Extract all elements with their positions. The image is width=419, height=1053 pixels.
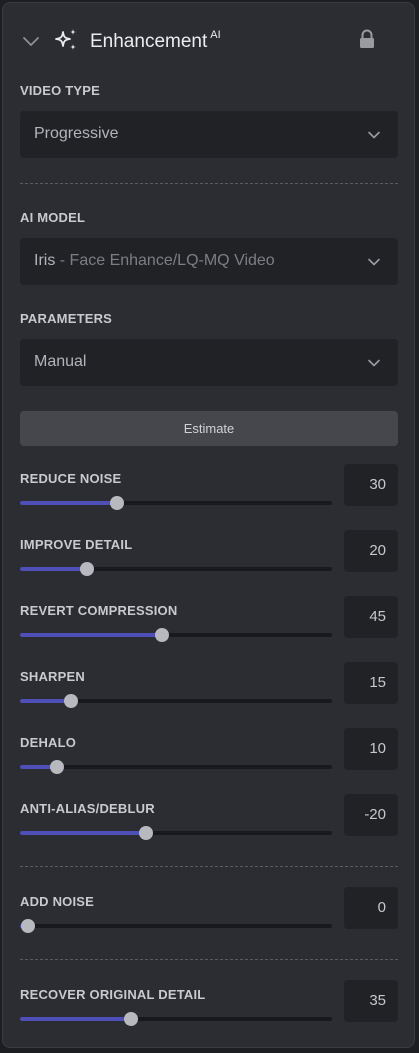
- chevron-down-icon[interactable]: [21, 31, 41, 51]
- value-input[interactable]: 45: [344, 596, 398, 638]
- video-type-value: Progressive: [34, 125, 119, 142]
- slider-fill: [20, 633, 162, 637]
- parameters-label: PARAMETERS: [20, 311, 113, 326]
- sparkle-icon: [55, 29, 76, 50]
- slider-thumb[interactable]: [20, 919, 35, 933]
- slider-label: RECOVER ORIGINAL DETAIL: [20, 987, 206, 1002]
- video-type-label: VIDEO TYPE: [20, 83, 101, 98]
- slider-improve-detail: IMPROVE DETAIL 20: [3, 530, 414, 587]
- chevron-down-icon: [368, 131, 380, 139]
- slider-label: IMPROVE DETAIL: [20, 537, 133, 552]
- section-divider: [20, 866, 398, 867]
- slider-thumb[interactable]: [50, 760, 65, 774]
- slider-fill: [20, 501, 117, 505]
- parameters-select[interactable]: Manual: [20, 339, 398, 386]
- slider-label: SHARPEN: [20, 669, 85, 684]
- video-type-select[interactable]: Progressive: [20, 111, 398, 158]
- value-input[interactable]: 30: [344, 464, 398, 506]
- slider-track[interactable]: [20, 760, 332, 774]
- slider-fill: [20, 1017, 131, 1021]
- parameters-value: Manual: [34, 353, 87, 370]
- chevron-down-icon: [368, 258, 380, 266]
- chevron-down-icon: [368, 359, 380, 367]
- ai-model-select[interactable]: Iris - Face Enhance/LQ-MQ Video: [20, 238, 398, 285]
- slider-label: ADD NOISE: [20, 894, 95, 909]
- value-input[interactable]: 10: [344, 728, 398, 770]
- panel-header: Enhancement AI: [3, 3, 414, 75]
- slider-thumb[interactable]: [154, 628, 169, 642]
- panel-title: Enhancement AI: [90, 29, 221, 52]
- value-input[interactable]: 20: [344, 530, 398, 572]
- slider-track[interactable]: [20, 628, 332, 642]
- value-input[interactable]: 0: [344, 887, 398, 929]
- lock-icon[interactable]: [358, 29, 376, 49]
- slider-thumb[interactable]: [80, 562, 95, 576]
- slider-label: REDUCE NOISE: [20, 471, 122, 486]
- slider-thumb[interactable]: [123, 1012, 138, 1026]
- slider-track[interactable]: [20, 496, 332, 510]
- slider-label: DEHALO: [20, 735, 77, 750]
- slider-thumb[interactable]: [64, 694, 79, 708]
- slider-track[interactable]: [20, 919, 332, 933]
- slider-track[interactable]: [20, 694, 332, 708]
- section-divider: [20, 183, 398, 184]
- slider-thumb[interactable]: [139, 826, 154, 840]
- enhancement-panel: Enhancement AI VIDEO TYPE Progressive AI …: [2, 2, 415, 1048]
- slider-label: REVERT COMPRESSION: [20, 603, 178, 618]
- slider-fill: [20, 831, 147, 835]
- slider-add-noise: ADD NOISE 0: [3, 887, 414, 944]
- slider-track[interactable]: [20, 826, 332, 840]
- ai-model-label: AI MODEL: [20, 210, 86, 225]
- slider-sharpen: SHARPEN 15: [3, 662, 414, 719]
- slider-recover-original-detail: RECOVER ORIGINAL DETAIL 35: [3, 980, 414, 1037]
- slider-anti-alias-deblur: ANTI-ALIAS/DEBLUR -20: [3, 794, 414, 851]
- slider-fill: [20, 567, 88, 571]
- slider-label: ANTI-ALIAS/DEBLUR: [20, 801, 155, 816]
- slider-track[interactable]: [20, 1012, 332, 1026]
- value-input[interactable]: -20: [344, 794, 398, 836]
- value-input[interactable]: 15: [344, 662, 398, 704]
- ai-badge: AI: [210, 29, 221, 41]
- estimate-button[interactable]: Estimate: [20, 411, 398, 446]
- slider-revert-compression: REVERT COMPRESSION 45: [3, 596, 414, 653]
- ai-model-value: Iris - Face Enhance/LQ-MQ Video: [34, 252, 275, 269]
- slider-dehalo: DEHALO 10: [3, 728, 414, 785]
- slider-thumb[interactable]: [109, 496, 124, 510]
- slider-track[interactable]: [20, 562, 332, 576]
- value-input[interactable]: 35: [344, 980, 398, 1022]
- section-divider: [20, 959, 398, 960]
- slider-reduce-noise: REDUCE NOISE 30: [3, 464, 414, 521]
